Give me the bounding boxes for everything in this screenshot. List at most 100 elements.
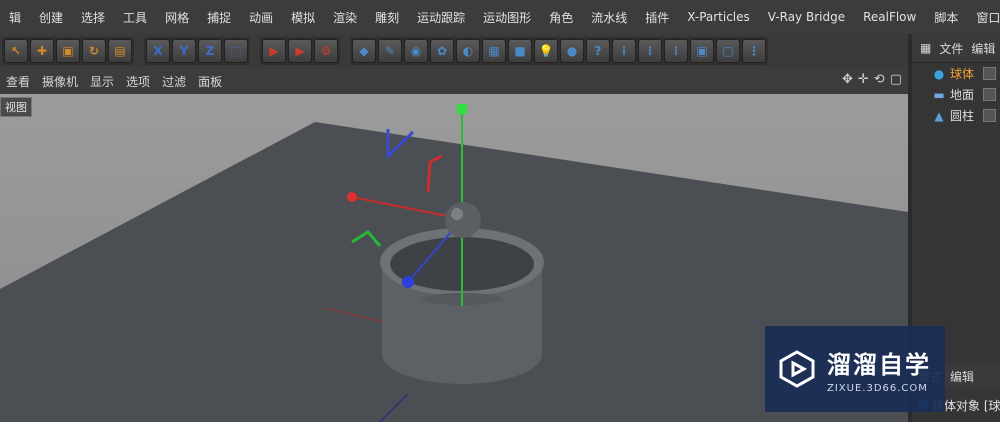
cube-icon: ◆ bbox=[359, 44, 369, 58]
view-menu-item[interactable]: 显示 bbox=[84, 73, 120, 90]
grid-icon-2: ⁞ bbox=[647, 44, 653, 58]
deformer-button[interactable]: ◐ bbox=[456, 39, 480, 63]
menu-item[interactable]: RealFlow bbox=[854, 10, 925, 24]
x-axis-handle[interactable] bbox=[347, 192, 357, 202]
object-row-sphere[interactable]: ● 球体 bbox=[912, 63, 1000, 84]
rotate-button[interactable]: ↻ bbox=[82, 39, 106, 63]
view-menu-item[interactable]: 查看 bbox=[0, 73, 36, 90]
window-icon: ▢ bbox=[722, 44, 734, 58]
view-menu-item[interactable]: 过滤 bbox=[156, 73, 192, 90]
cylinder-icon: ▲ bbox=[934, 108, 944, 123]
pen-button[interactable]: ✎ bbox=[378, 39, 402, 63]
menu-item[interactable]: 角色 bbox=[540, 9, 582, 26]
menu-item[interactable]: 创建 bbox=[30, 9, 72, 26]
light-button[interactable]: 💡 bbox=[534, 39, 558, 63]
menu-item[interactable]: 窗口 bbox=[967, 9, 1000, 26]
menu-item[interactable]: 动画 bbox=[240, 9, 282, 26]
menu-bar: 辑创建 选择 工具 网格 捕捉 动画 模拟 渲染 雕刻 运动跟踪 运动图形 角色 流水线 插件 X-Part… bbox=[0, 0, 1000, 35]
render-picture-viewer-button[interactable]: ▶ bbox=[288, 39, 312, 63]
camera-button[interactable]: ■ bbox=[508, 39, 532, 63]
toolbar-group: X Y Z ⬚ bbox=[144, 37, 250, 65]
menu-item[interactable]: 插件 bbox=[636, 9, 678, 26]
z-axis-handle[interactable] bbox=[402, 276, 414, 288]
window-button[interactable]: ▢ bbox=[716, 39, 740, 63]
recent-tool-button[interactable]: ▤ bbox=[108, 39, 132, 63]
menu-item[interactable]: 雕刻 bbox=[366, 9, 408, 26]
viewport-menu-bar: 查看 摄像机 显示 选项 过滤 面板 ✥ ✛ ⟲ ▢ bbox=[0, 68, 908, 94]
film-icon: ▣ bbox=[696, 44, 708, 58]
move-button[interactable]: ✚ bbox=[30, 39, 54, 63]
maximize-view-icon[interactable]: ▢ bbox=[890, 72, 902, 87]
pen-icon: ✎ bbox=[384, 44, 396, 58]
cube-button[interactable]: ◆ bbox=[352, 39, 376, 63]
floor-button[interactable]: ▦ bbox=[482, 39, 506, 63]
subdivision-button[interactable]: ◉ bbox=[404, 39, 428, 63]
render-view-button[interactable]: ▶ bbox=[262, 39, 286, 63]
grid-button[interactable]: ⁞ bbox=[612, 39, 636, 63]
menu-item[interactable]: 工具 bbox=[114, 9, 156, 26]
menu-item[interactable]: 运动跟踪 bbox=[408, 9, 474, 26]
menu-item[interactable]: 渲染 bbox=[324, 9, 366, 26]
cloner-button[interactable]: ✿ bbox=[430, 39, 454, 63]
sphere-object[interactable] bbox=[445, 202, 481, 238]
render-picture-viewer-icon: ▶ bbox=[295, 44, 305, 58]
menu-item[interactable]: 模拟 bbox=[282, 9, 324, 26]
pan-icon[interactable]: ✥ bbox=[842, 72, 853, 87]
rotate-view-icon[interactable]: ⟲ bbox=[874, 72, 885, 87]
xyz-icon: ⋮ bbox=[748, 44, 760, 58]
y-axis-handle[interactable] bbox=[457, 104, 467, 114]
coordinate-system-icon: ⬚ bbox=[230, 44, 242, 58]
z-axis-button[interactable]: Z bbox=[198, 39, 222, 63]
render-view-icon: ▶ bbox=[269, 44, 279, 58]
cloner-icon: ✿ bbox=[436, 44, 448, 58]
subdivision-icon: ◉ bbox=[410, 44, 422, 58]
scale-icon: ▣ bbox=[62, 44, 74, 58]
menu-item[interactable]: 运动图形 bbox=[474, 9, 540, 26]
help-button[interactable]: ? bbox=[586, 39, 610, 63]
light-icon: 💡 bbox=[538, 44, 554, 58]
menu-item[interactable]: 脚本 bbox=[925, 9, 967, 26]
move-icon: ✚ bbox=[36, 44, 48, 58]
menu-item[interactable]: 选择 bbox=[72, 9, 114, 26]
toolbar-group: ↖ ✚ ▣ ↻ ▤ bbox=[2, 37, 134, 65]
help-icon: ? bbox=[594, 44, 602, 58]
zoom-icon[interactable]: ✛ bbox=[858, 72, 869, 87]
object-row-cylinder[interactable]: ▲ 圆柱 bbox=[912, 105, 1000, 126]
recent-tool-icon: ▤ bbox=[114, 44, 126, 58]
sphere-highlight bbox=[451, 208, 463, 220]
viewport-nav-icons: ✥ ✛ ⟲ ▢ bbox=[842, 72, 902, 87]
visibility-toggle[interactable] bbox=[983, 88, 996, 101]
grid-2-button[interactable]: ⁞ bbox=[638, 39, 662, 63]
grid-icon: ⁞ bbox=[621, 44, 627, 58]
menu-item[interactable]: 辑 bbox=[0, 9, 30, 26]
tab-file[interactable]: 文件 bbox=[939, 40, 963, 57]
menu-item[interactable]: 网格 bbox=[156, 9, 198, 26]
object-row-floor[interactable]: ▬ 地面 bbox=[912, 84, 1000, 105]
view-menu-item[interactable]: 摄像机 bbox=[36, 73, 84, 90]
coordinate-system-button[interactable]: ⬚ bbox=[224, 39, 248, 63]
film-button[interactable]: ▣ bbox=[690, 39, 714, 63]
floor-icon: ▬ bbox=[933, 87, 945, 102]
tab-attr-edit[interactable]: 编辑 bbox=[950, 368, 974, 385]
object-name: 地面 bbox=[950, 88, 975, 102]
view-menu-item[interactable]: 选项 bbox=[120, 73, 156, 90]
render-settings-icon: ⚙ bbox=[320, 44, 332, 58]
x-axis-button[interactable]: X bbox=[146, 39, 170, 63]
tag-button[interactable]: ● bbox=[560, 39, 584, 63]
menu-item[interactable]: X-Particles bbox=[678, 10, 759, 24]
y-axis-button[interactable]: Y bbox=[172, 39, 196, 63]
grid-3-button[interactable]: ⁞ bbox=[664, 39, 688, 63]
object-manager-tabs: ▦ 文件 编辑 bbox=[912, 34, 1000, 63]
menu-item[interactable]: 流水线 bbox=[582, 9, 636, 26]
xyz-button[interactable]: ⋮ bbox=[742, 39, 766, 63]
menu-item[interactable]: 捕捉 bbox=[198, 9, 240, 26]
menu-item[interactable]: V-Ray Bridge bbox=[759, 10, 854, 24]
tab-edit[interactable]: 编辑 bbox=[971, 40, 995, 57]
scale-button[interactable]: ▣ bbox=[56, 39, 80, 63]
render-settings-button[interactable]: ⚙ bbox=[314, 39, 338, 63]
select-button[interactable]: ↖ bbox=[4, 39, 28, 63]
viewport-label: 视图 bbox=[0, 97, 32, 117]
view-menu-item[interactable]: 面板 bbox=[192, 73, 228, 90]
visibility-toggle[interactable] bbox=[983, 109, 996, 122]
visibility-toggle[interactable] bbox=[983, 67, 996, 80]
